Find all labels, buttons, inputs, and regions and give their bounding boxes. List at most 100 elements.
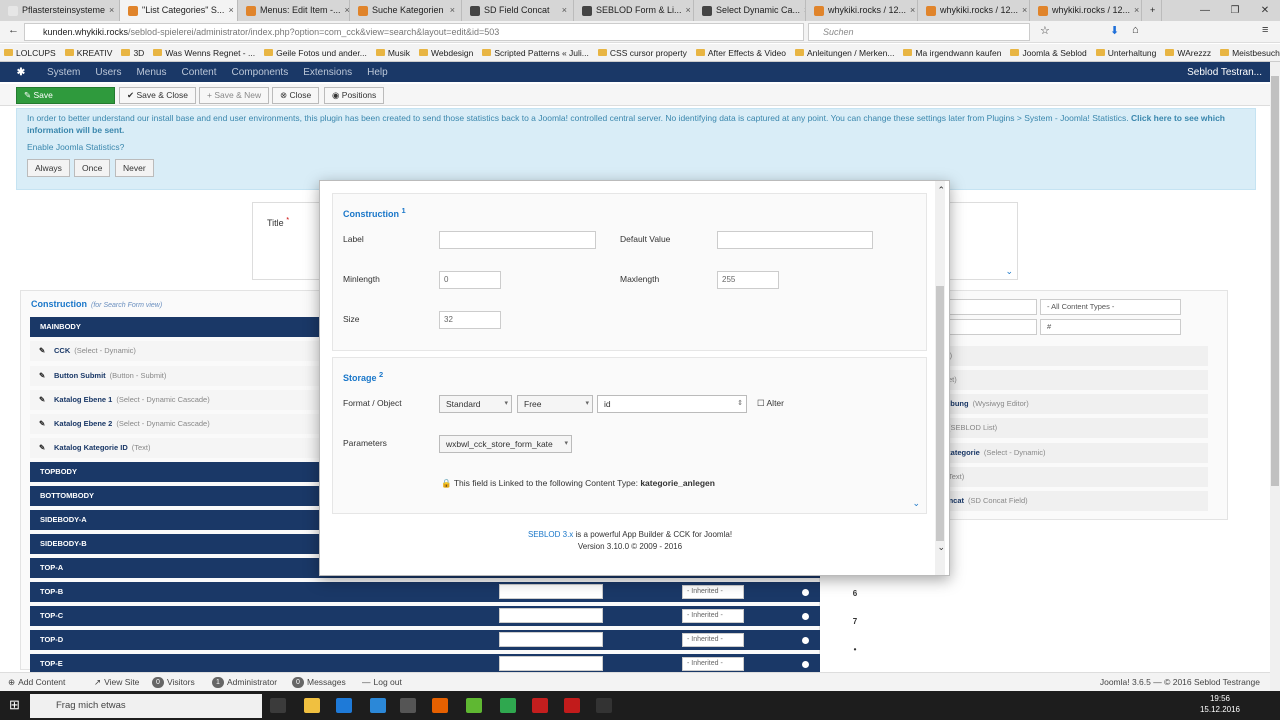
field-item[interactable]: ✎ CCK (Select - Dynamic) [30,341,330,361]
save-close-button[interactable]: ✔ Save & Close [119,87,196,104]
tab-close-icon[interactable]: × [562,0,567,21]
admin-menu-item[interactable]: System [47,67,80,78]
seblod-link[interactable]: SEBLOD 3.x [528,530,573,539]
minimize-icon[interactable]: — [1190,0,1220,21]
browser-tab[interactable]: SD Field Concat × [462,0,574,21]
tab-close-icon[interactable]: × [686,0,691,21]
position-variation-input[interactable] [499,656,603,671]
content-type-filter[interactable]: - All Content Types - [1040,299,1181,315]
available-field-item[interactable]: eibung (Wysiwyg Editor) [940,394,1208,414]
minlength-input[interactable]: 0 [439,271,501,289]
position-toggle[interactable] [802,589,809,596]
field-item[interactable]: ✎ Button Submit (Button - Submit) [30,366,330,386]
storage-type-select[interactable]: Standard ▾ [439,395,512,413]
inherited-select[interactable]: - Inherited - [682,657,744,671]
available-field-item[interactable]: Text) [940,467,1208,487]
page-scrollbar[interactable] [1270,62,1280,691]
browser-tab[interactable]: Menus: Edit Item -... × [238,0,350,21]
position-toggle[interactable] [802,613,809,620]
windows-start-icon[interactable]: ⊞ [9,697,20,713]
admin-menu-item[interactable]: Users [95,67,121,78]
storage-mode-select[interactable]: Free ▾ [517,395,593,413]
url-bar[interactable]: kunden.whykiki.rocks/seblod-spielerei/ad… [24,23,804,41]
pencil-icon[interactable]: ✎ [39,341,45,361]
inherited-select[interactable]: - Inherited - [682,633,744,647]
admin-menu-item[interactable]: Menus [136,67,166,78]
firefox-icon[interactable] [432,698,448,713]
save-new-button[interactable]: + Save & New [199,87,270,104]
taskbar-search[interactable]: Frag mich etwas [30,694,262,718]
default-value-input[interactable] [717,231,873,249]
store-icon[interactable] [336,698,352,713]
menu-icon[interactable]: ≡ [1262,24,1268,36]
admin-menu-item[interactable]: Help [367,67,388,78]
pencil-icon[interactable]: ✎ [39,366,45,386]
chevron-down-icon[interactable]: ⌄ [912,498,920,509]
browser-search-input[interactable]: Suchen [808,23,1030,41]
visitors-badge[interactable]: 0 Visitors [152,673,195,692]
bookmark-item[interactable]: Unterhaltung [1095,44,1156,61]
available-field-item[interactable]: l) [940,346,1208,366]
system-clock[interactable]: 19:56 15.12.2016 [1200,693,1240,715]
bookmark-item[interactable]: Ma irgendwann kaufen [903,44,1001,61]
chevron-down-icon[interactable]: ⌄ [1005,266,1013,277]
modal-scroll-thumb[interactable] [936,286,944,541]
available-field-item[interactable]: et) [940,370,1208,390]
joomla-logo-icon[interactable]: ✱ [10,67,32,78]
bookmark-item[interactable]: Meistbesucht [1220,44,1280,61]
close-window-icon[interactable]: ✕ [1250,0,1280,21]
logout-link[interactable]: — Log out [362,673,402,692]
browser-tab[interactable]: whykiki.rocks / 12... × [1030,0,1142,21]
tab-close-icon[interactable]: × [1022,0,1027,21]
administrator-badge[interactable]: 1 Administrator [212,673,277,692]
browser-tab[interactable]: whykiki.rocks / 12... × [918,0,1030,21]
download-icon[interactable]: ⬇ [1110,24,1119,37]
skype-icon[interactable] [370,698,386,713]
tab-close-icon[interactable]: × [345,0,349,21]
parameters-select[interactable]: wxbwl_cck_store_form_kate ▾ [439,435,572,453]
app-icon[interactable] [400,698,416,713]
home-icon[interactable]: ⌂ [1132,24,1139,36]
inherited-select[interactable]: - Inherited - [682,609,744,623]
field-filter[interactable] [940,299,1037,315]
browser-tab[interactable]: SEBLOD Form & Li... × [574,0,694,21]
position-variation-input[interactable] [499,584,603,599]
pencil-icon[interactable]: ✎ [39,414,45,434]
position-variation-input[interactable] [499,608,603,623]
browser-tab[interactable]: Suche Kategorien × [350,0,462,21]
position-toggle[interactable] [802,637,809,644]
field-item[interactable]: ✎ Katalog Ebene 2 (Select - Dynamic Cascad… [30,414,330,434]
bookmark-item[interactable]: Musik [375,44,410,61]
tab-close-icon[interactable]: × [910,0,915,21]
tab-close-icon[interactable]: × [109,0,114,21]
storage-field-select[interactable]: id ⇕ [597,395,747,413]
view-site-link[interactable]: ↗ View Site [94,673,139,692]
bookmark-item[interactable]: CSS cursor property [597,44,687,61]
bookmark-item[interactable]: Geile Fotos und ander... [264,44,367,61]
inherited-select[interactable]: - Inherited - [682,585,744,599]
whatsapp-icon[interactable] [500,698,516,713]
save-button[interactable]: ✎ Save [16,87,115,104]
task-view-icon[interactable] [270,698,286,713]
browser-tab[interactable]: Select Dynamic Ca...× [694,0,806,21]
app-red-icon[interactable] [564,698,580,713]
bookmark-item[interactable]: Scripted Patterns « Juli... [482,44,589,61]
position-variation-input[interactable] [499,632,603,647]
available-field-item[interactable]: (SEBLOD List) [940,418,1208,438]
tab-close-icon[interactable]: × [450,0,455,21]
positions-button[interactable]: ◉ Positions [324,87,385,104]
bookmark-item[interactable]: After Effects & Video [695,44,786,61]
bookmark-item[interactable]: Joomla & Seblod [1010,44,1087,61]
browser-tab[interactable]: "List Categories" S... × [120,0,238,21]
available-field-item[interactable]: tkategorie (Select - Dynamic) [940,443,1208,463]
alter-checkbox[interactable]: ☐ Alter [757,398,784,409]
never-button[interactable]: Never [115,159,154,177]
field-item[interactable]: ✎ Katalog Ebene 1 (Select - Dynamic Cascad… [30,390,330,410]
close-button[interactable]: ⊗ Close [272,87,320,104]
file-explorer-icon[interactable] [304,698,320,713]
browser-tab[interactable]: Pflastersteinsysteme × [0,0,120,21]
position-toggle[interactable] [802,661,809,668]
bookmark-item[interactable]: 3D [121,44,144,61]
field-item[interactable]: ✎ Katalog Kategorie ID (Text) [30,438,330,458]
pencil-icon[interactable]: ✎ [39,438,45,458]
